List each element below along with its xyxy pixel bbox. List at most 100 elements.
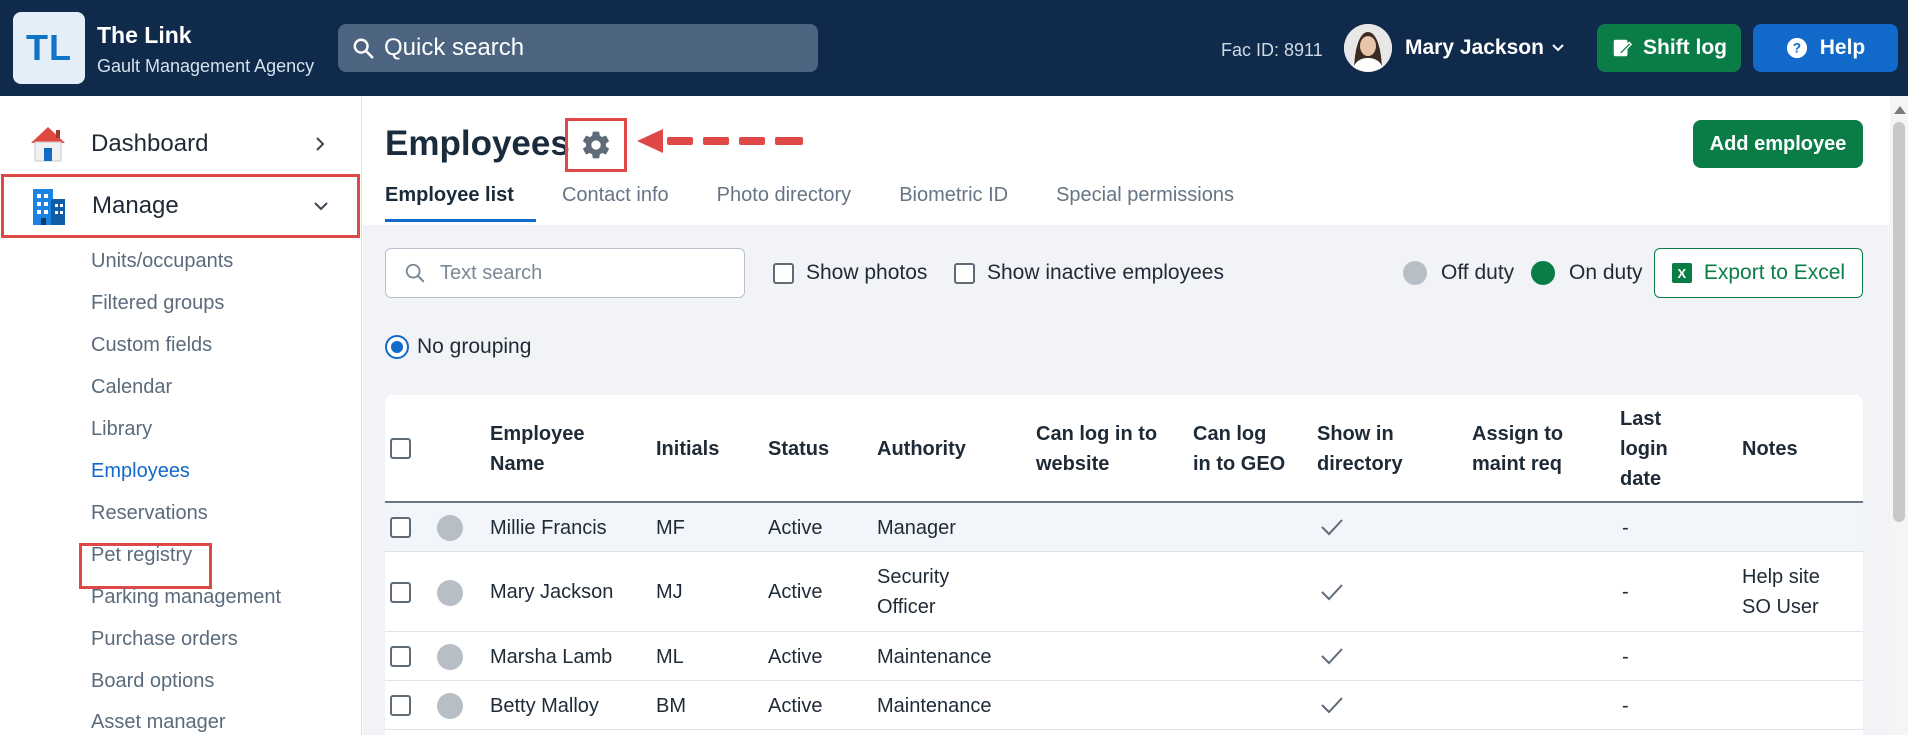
sidebar-item-label: Dashboard bbox=[91, 130, 209, 157]
table-row[interactable]: Betty Malloy BM Active Maintenance - bbox=[385, 681, 1863, 730]
col-header-geo[interactable]: Can log in to GEO bbox=[1193, 419, 1285, 479]
show-photos-checkbox[interactable] bbox=[773, 262, 794, 284]
app-logo[interactable]: TL bbox=[13, 12, 85, 84]
employee-table: Employee Name Initials Status Authority C… bbox=[385, 395, 1863, 735]
status-dot bbox=[437, 515, 463, 541]
legend-on-duty: On duty bbox=[1531, 261, 1643, 285]
gear-icon bbox=[583, 131, 609, 159]
cell-initials: ML bbox=[656, 646, 684, 668]
tab-special-permissions[interactable]: Special permissions bbox=[1056, 184, 1234, 222]
col-header-notes[interactable]: Notes bbox=[1742, 434, 1798, 464]
cell-status: Active bbox=[768, 581, 823, 603]
top-bar: TL The Link Gault Management Agency Quic… bbox=[0, 0, 1908, 96]
select-all-checkbox[interactable] bbox=[390, 438, 411, 459]
cell-status: Active bbox=[768, 646, 823, 668]
user-avatar-icon bbox=[1344, 24, 1392, 72]
sidebar-item-manage[interactable]: Manage bbox=[1, 174, 360, 238]
grouping-option[interactable]: No grouping bbox=[385, 335, 531, 359]
cell-name: Marsha Lamb bbox=[490, 646, 613, 668]
cell-authority: Maintenance bbox=[877, 646, 992, 668]
sidebar-subitem-calendar[interactable]: Calendar bbox=[91, 376, 172, 399]
on-duty-dot bbox=[1531, 261, 1555, 285]
text-search-input[interactable]: Text search bbox=[385, 248, 745, 298]
tab-employee-list[interactable]: Employee list bbox=[385, 184, 536, 222]
sidebar-subitem-employees[interactable]: Employees bbox=[91, 460, 190, 483]
show-photos-label: Show photos bbox=[806, 261, 928, 284]
col-header-last-login[interactable]: Last login date bbox=[1620, 404, 1668, 494]
cell-last-login: - bbox=[1622, 646, 1629, 668]
user-name[interactable]: Mary Jackson bbox=[1405, 36, 1544, 60]
legend-off-label: Off duty bbox=[1441, 261, 1515, 284]
col-header-website[interactable]: Can log in to website bbox=[1036, 419, 1157, 479]
cell-status: Active bbox=[768, 695, 823, 717]
page-scrollbar[interactable] bbox=[1890, 96, 1908, 735]
facility-id: Fac ID: 8911 bbox=[1221, 40, 1323, 60]
cell-authority: Maintenance bbox=[877, 695, 992, 717]
avatar[interactable] bbox=[1344, 24, 1392, 72]
row-checkbox[interactable] bbox=[390, 695, 411, 716]
app-subtitle: Gault Management Agency bbox=[97, 56, 315, 76]
export-excel-button[interactable]: X Export to Excel bbox=[1654, 248, 1863, 298]
sidebar-subitem-filtered-groups[interactable]: Filtered groups bbox=[91, 292, 224, 315]
tab-photo-directory[interactable]: Photo directory bbox=[717, 184, 852, 222]
no-grouping-radio[interactable] bbox=[385, 335, 409, 359]
settings-button[interactable] bbox=[565, 118, 627, 172]
cell-name: Mary Jackson bbox=[490, 581, 614, 603]
tab-contact-info[interactable]: Contact info bbox=[562, 184, 669, 222]
check-icon bbox=[1321, 519, 1343, 536]
col-header-initials[interactable]: Initials bbox=[656, 434, 719, 464]
status-dot bbox=[437, 580, 463, 606]
cell-name: Betty Malloy bbox=[490, 695, 599, 717]
col-header-authority[interactable]: Authority bbox=[877, 434, 966, 464]
col-header-status[interactable]: Status bbox=[768, 434, 829, 464]
sidebar-subitem-parking-management[interactable]: Parking management bbox=[91, 586, 281, 609]
legend-on-label: On duty bbox=[1569, 261, 1643, 284]
quick-search-placeholder: Quick search bbox=[384, 34, 525, 61]
shift-log-button[interactable]: Shift log bbox=[1597, 24, 1741, 72]
cell-authority: Manager bbox=[877, 517, 956, 539]
row-checkbox[interactable] bbox=[390, 646, 411, 667]
quick-search-input[interactable]: Quick search bbox=[338, 24, 818, 72]
show-inactive-toggle[interactable]: Show inactive employees bbox=[954, 261, 1224, 285]
house-icon bbox=[31, 127, 65, 162]
sidebar-subitem-library[interactable]: Library bbox=[91, 418, 152, 441]
export-label: Export to Excel bbox=[1703, 261, 1846, 284]
chevron-right-icon bbox=[316, 137, 325, 151]
col-header-maint[interactable]: Assign to maint req bbox=[1472, 419, 1563, 479]
status-dot bbox=[437, 693, 463, 719]
help-button[interactable]: ? Help bbox=[1753, 24, 1898, 72]
cell-status: Active bbox=[768, 517, 823, 539]
check-icon bbox=[1321, 584, 1343, 601]
status-dot bbox=[437, 644, 463, 670]
col-header-directory[interactable]: Show in directory bbox=[1317, 419, 1403, 479]
chevron-down-icon[interactable] bbox=[1550, 40, 1566, 56]
table-row[interactable]: Millie Francis MF Active Manager - bbox=[385, 503, 1863, 552]
search-icon bbox=[353, 38, 374, 59]
sidebar-subitem-custom-fields[interactable]: Custom fields bbox=[91, 334, 212, 357]
sidebar-subitem-pet-registry[interactable]: Pet registry bbox=[91, 544, 192, 567]
row-checkbox[interactable] bbox=[390, 582, 411, 603]
sidebar-subitem-reservations[interactable]: Reservations bbox=[91, 502, 208, 525]
scroll-up-arrow-icon[interactable] bbox=[1894, 106, 1906, 114]
tab-biometric-id[interactable]: Biometric ID bbox=[899, 184, 1008, 222]
legend-off-duty: Off duty bbox=[1403, 261, 1514, 285]
main-content: Employees Add employee Employee list Con… bbox=[363, 96, 1890, 735]
table-row[interactable]: Mary Jackson MJ Active Security Officer -… bbox=[385, 552, 1863, 632]
sidebar-subitem-purchase-orders[interactable]: Purchase orders bbox=[91, 628, 238, 651]
cell-name: Millie Francis bbox=[490, 517, 607, 539]
sidebar-item-dashboard[interactable]: Dashboard bbox=[0, 114, 360, 174]
sidebar-subitem-units-occupants[interactable]: Units/occupants bbox=[91, 250, 233, 273]
excel-icon: X bbox=[1671, 263, 1692, 283]
cell-initials: MF bbox=[656, 517, 685, 539]
chevron-down-icon bbox=[314, 202, 328, 211]
col-header-name[interactable]: Employee Name bbox=[490, 419, 584, 479]
table-row[interactable]: Marsha Lamb ML Active Maintenance - bbox=[385, 632, 1863, 681]
page-title: Employees bbox=[385, 124, 570, 163]
sidebar-subitem-board-options[interactable]: Board options bbox=[91, 670, 214, 693]
add-employee-button[interactable]: Add employee bbox=[1693, 120, 1863, 168]
show-inactive-checkbox[interactable] bbox=[954, 262, 975, 284]
scroll-thumb[interactable] bbox=[1893, 122, 1905, 522]
show-photos-toggle[interactable]: Show photos bbox=[773, 261, 927, 285]
sidebar-subitem-asset-manager[interactable]: Asset manager bbox=[91, 711, 226, 734]
row-checkbox[interactable] bbox=[390, 517, 411, 538]
